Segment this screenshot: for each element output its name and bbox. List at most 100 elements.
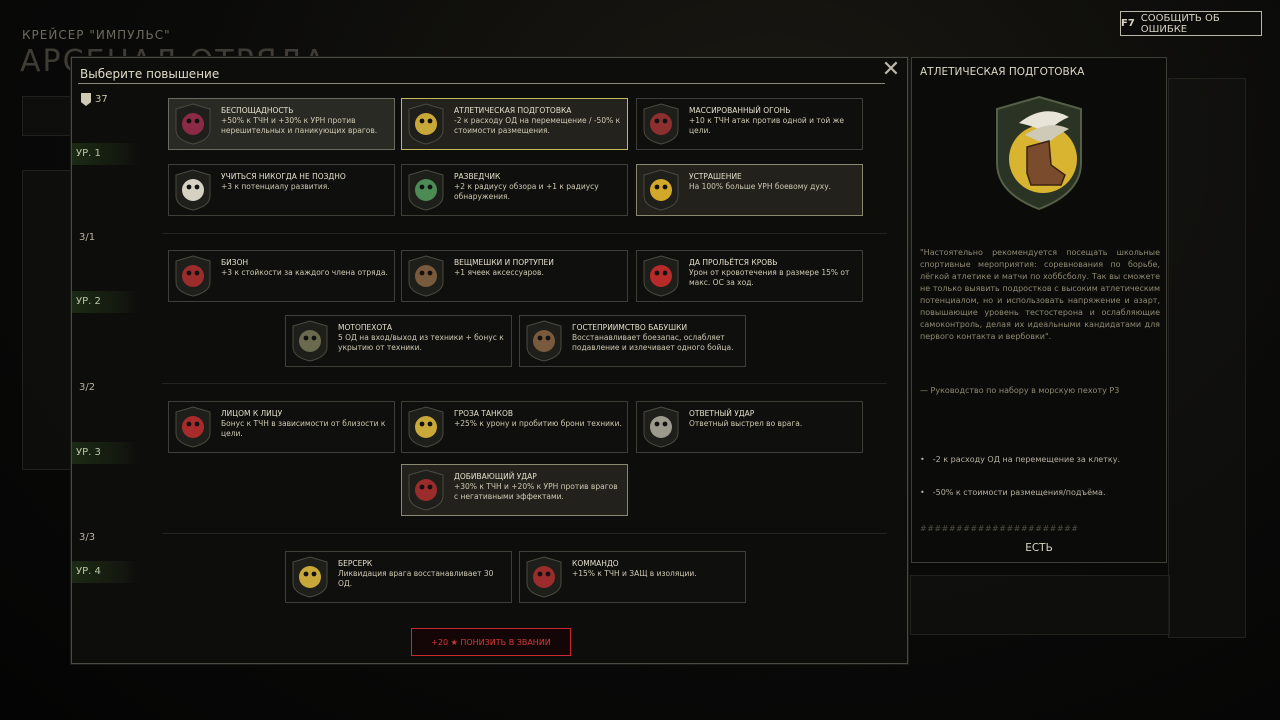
perk-name: ВЕЩМЕШКИ И ПОРТУПЕИ [454, 258, 554, 267]
tier-label: 3/3 [79, 532, 96, 543]
divider [162, 233, 887, 234]
explosion-icon [402, 402, 450, 452]
perk-text: БИЗОН +3 к стойкости за каждого члена отр… [217, 251, 394, 301]
perk-name: ГОСТЕПРИИМСТВО БАБУШКИ [572, 323, 688, 332]
perk-text: ГОСТЕПРИИМСТВО БАБУШКИ Восстанавливает бо… [568, 316, 745, 366]
perk-effect: -50% к стоимости размещения/подъёма. [920, 488, 1106, 497]
points-value: 37 [95, 94, 108, 105]
perk-text: ДА ПРОЛЬЁТСЯ КРОВЬ Урон от кровотечения в… [685, 251, 862, 301]
level-tag: УР. 3 [72, 442, 140, 464]
report-bug-button[interactable]: F7 СООБЩИТЬ ОБ ОШИБКЕ [1120, 11, 1262, 36]
perk-description: Восстанавливает боезапас, ослабляет пода… [572, 333, 734, 352]
perk-text: БЕРСЕРК Ликвидация врага восстанавливает … [334, 552, 511, 602]
perk-card[interactable]: БЕСПОЩАДНОСТЬ +50% к ТЧН и +30% к УРН про… [168, 98, 395, 150]
perk-card[interactable]: ГОСТЕПРИИМСТВО БАБУШКИ Восстанавливает бо… [519, 315, 746, 367]
perk-card[interactable]: МАССИРОВАННЫЙ ОГОНЬ +10 к ТЧН атак против… [636, 98, 863, 150]
mask-icon [637, 99, 685, 149]
perk-name: БЕСПОЩАДНОСТЬ [221, 106, 294, 115]
perk-text: БЕСПОЩАДНОСТЬ +50% к ТЧН и +30% к УРН про… [217, 99, 394, 149]
bg-panel [910, 575, 1170, 635]
perk-description: -2 к расходу ОД на перемещение / -50% к … [454, 116, 621, 135]
divider [162, 383, 887, 384]
perk-card[interactable]: ДА ПРОЛЬЁТСЯ КРОВЬ Урон от кровотечения в… [636, 250, 863, 302]
perk-description: +10 к ТЧН атак против одной и той же цел… [689, 116, 845, 135]
perk-text: ЛИЦОМ К ЛИЦУ Бонус к ТЧН в зависимости от… [217, 402, 394, 452]
perk-name: МАССИРОВАННЫЙ ОГОНЬ [689, 106, 791, 115]
perk-card[interactable]: КОММАНДО +15% к ТЧН и ЗАЩ в изоляции. [519, 551, 746, 603]
winged-boot-icon [402, 99, 450, 149]
points-counter: 37 [81, 93, 108, 106]
perk-description: +15% к ТЧН и ЗАЩ в изоляции. [572, 569, 697, 578]
perk-text: ГРОЗА ТАНКОВ +25% к урону и пробитию брон… [450, 402, 627, 452]
separator-hashes: ###################### [920, 524, 1079, 533]
perk-text: ДОБИВАЮЩИЙ УДАР +30% к ТЧН и +20% к УРН п… [450, 465, 627, 515]
perk-name: УЧИТЬСЯ НИКОГДА НЕ ПОЗДНО [221, 172, 346, 181]
promotion-dialog: Выберите повышение ✕ 37 УР. 1 3/1 УР. 2 … [71, 57, 908, 664]
perk-description: Ликвидация врага восстанавливает 30 ОД. [338, 569, 494, 588]
level-tag: УР. 2 [72, 291, 140, 313]
perk-description: +3 к стойкости за каждого члена отряда. [221, 268, 388, 277]
perk-description: 5 ОД на вход/выход из техники + бонус к … [338, 333, 504, 352]
perk-card[interactable]: ЛИЦОМ К ЛИЦУ Бонус к ТЧН в зависимости от… [168, 401, 395, 453]
perk-card[interactable]: АТЛЕТИЧЕСКАЯ ПОДГОТОВКА -2 к расходу ОД н… [401, 98, 628, 150]
perk-card[interactable]: МОТОПЕХОТА 5 ОД на вход/выход из техники … [285, 315, 512, 367]
perk-name: КОММАНДО [572, 559, 619, 568]
perk-text: ОТВЕТНЫЙ УДАР Ответный выстрел во врага. [685, 402, 862, 452]
perk-card[interactable]: УЧИТЬСЯ НИКОГДА НЕ ПОЗДНО +3 к потенциалу… [168, 164, 395, 216]
close-icon[interactable]: ✕ [881, 59, 901, 82]
perk-description: На 100% больше УРН боевому духу. [689, 182, 832, 191]
berserk-icon [286, 552, 334, 602]
perk-card[interactable]: БИЗОН +3 к стойкости за каждого члена отр… [168, 250, 395, 302]
perk-description: +25% к урону и пробитию брони техники. [454, 419, 622, 428]
perk-effect: -2 к расходу ОД на перемещение за клетку… [920, 455, 1120, 464]
level-tag: УР. 1 [72, 143, 140, 165]
crossed-knives-icon [637, 402, 685, 452]
pouch-icon [520, 316, 568, 366]
medal-icon [81, 93, 91, 106]
perk-status: ЕСТЬ [1025, 542, 1053, 554]
bg-panel [1168, 78, 1246, 638]
perk-card[interactable]: ВЕЩМЕШКИ И ПОРТУПЕИ +1 ячеек аксессуаров. [401, 250, 628, 302]
perk-description: +2 к радиусу обзора и +1 к радиусу обнар… [454, 182, 599, 201]
demote-button[interactable]: +20 ★ ПОНИЗИТЬ В ЗВАНИИ [411, 628, 571, 656]
perk-text: УСТРАШЕНИЕ На 100% больше УРН боевому дух… [685, 165, 862, 215]
sun-skull-icon [637, 165, 685, 215]
pouch-icon [402, 251, 450, 301]
dialog-title: Выберите повышение [80, 67, 220, 81]
perk-name: ДОБИВАЮЩИЙ УДАР [454, 472, 537, 481]
perk-card[interactable]: РАЗВЕДЧИК +2 к радиусу обзора и +1 к ради… [401, 164, 628, 216]
perk-card[interactable]: БЕРСЕРК Ликвидация врага восстанавливает … [285, 551, 512, 603]
graduate-skull-icon [169, 165, 217, 215]
heart-knife-icon [169, 99, 217, 149]
perk-description: +30% к ТЧН и +20% к УРН против врагов с … [454, 482, 618, 501]
bicep-icon [169, 251, 217, 301]
detail-title: АТЛЕТИЧЕСКАЯ ПОДГОТОВКА [920, 66, 1085, 78]
perk-name: ГРОЗА ТАНКОВ [454, 409, 514, 418]
perk-name: МОТОПЕХОТА [338, 323, 392, 332]
tier-label: 3/1 [79, 232, 96, 243]
perk-text: МАССИРОВАННЫЙ ОГОНЬ +10 к ТЧН атак против… [685, 99, 862, 149]
perk-name: ДА ПРОЛЬЁТСЯ КРОВЬ [689, 258, 778, 267]
perk-card[interactable]: УСТРАШЕНИЕ На 100% больше УРН боевому дух… [636, 164, 863, 216]
perk-name: БЕРСЕРК [338, 559, 373, 568]
perk-card[interactable]: ДОБИВАЮЩИЙ УДАР +30% к ТЧН и +20% к УРН п… [401, 464, 628, 516]
perk-card[interactable]: ГРОЗА ТАНКОВ +25% к урону и пробитию брон… [401, 401, 628, 453]
divider [162, 533, 887, 534]
perk-name: АТЛЕТИЧЕСКАЯ ПОДГОТОВКА [454, 106, 572, 115]
perk-card[interactable]: ОТВЕТНЫЙ УДАР Ответный выстрел во врага. [636, 401, 863, 453]
perk-name: БИЗОН [221, 258, 249, 267]
binocular-icon [402, 165, 450, 215]
perk-text: УЧИТЬСЯ НИКОГДА НЕ ПОЗДНО +3 к потенциалу… [217, 165, 394, 215]
perk-name: УСТРАШЕНИЕ [689, 172, 742, 181]
title-underline [78, 83, 885, 84]
soldier-icon [286, 316, 334, 366]
perk-name: РАЗВЕДЧИК [454, 172, 501, 181]
fist-icon [402, 465, 450, 515]
perk-text: МОТОПЕХОТА 5 ОД на вход/выход из техники … [334, 316, 511, 366]
perk-quote: "Настоятельно рекомендуется посещать шко… [920, 248, 1160, 341]
perk-name: ОТВЕТНЫЙ УДАР [689, 409, 755, 418]
perk-text: ВЕЩМЕШКИ И ПОРТУПЕИ +1 ячеек аксессуаров. [450, 251, 627, 301]
quote-source: — Руководство по набору в морскую пехоту… [920, 386, 1120, 395]
level-tag: УР. 4 [72, 561, 140, 583]
perk-description: Бонус к ТЧН в зависимости от близости к … [221, 419, 386, 438]
